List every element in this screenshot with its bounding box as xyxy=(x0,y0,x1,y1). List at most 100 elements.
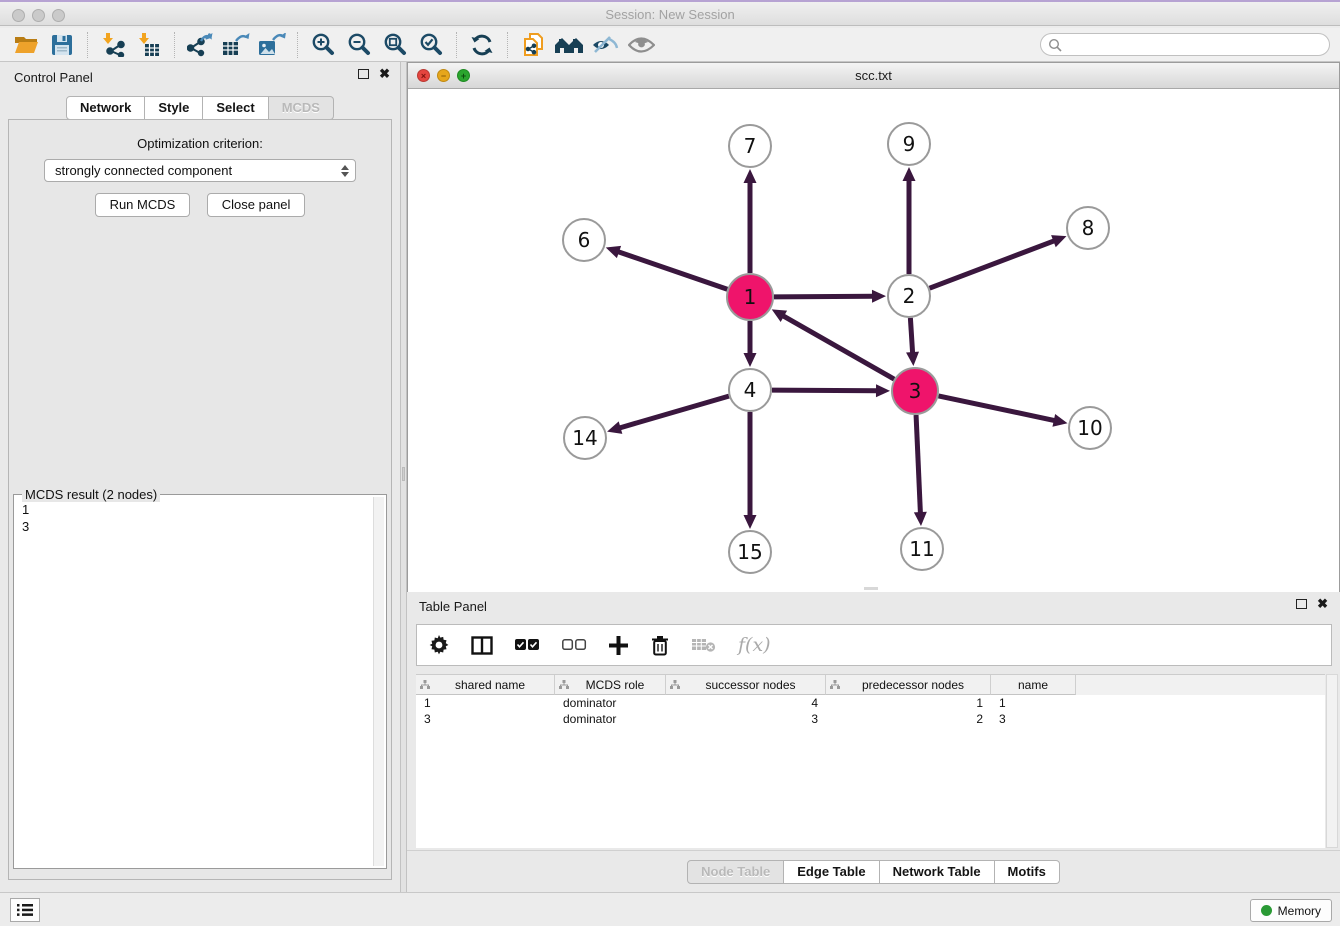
network-window-title: scc.txt xyxy=(408,68,1339,83)
vertical-splitter[interactable] xyxy=(400,62,407,892)
copy-style-icon[interactable] xyxy=(515,30,551,60)
float-panel-icon[interactable] xyxy=(358,69,369,79)
refresh-view-icon[interactable] xyxy=(464,30,500,60)
column-header-name[interactable]: name xyxy=(991,675,1076,695)
node-label-1: 1 xyxy=(744,285,757,309)
mcds-result-scrollbar[interactable] xyxy=(373,497,384,866)
network-canvas[interactable]: 7968124314101511 xyxy=(408,90,1339,592)
table-cell[interactable]: 1 xyxy=(991,695,1076,711)
network-graph[interactable]: 7968124314101511 xyxy=(408,90,1339,592)
mcds-result-group: MCDS result (2 nodes) 1 3 xyxy=(13,494,387,869)
mcds-tab-content: Optimization criterion: strongly connect… xyxy=(8,119,392,880)
arrowhead-2-3 xyxy=(906,352,919,366)
edge-1-6[interactable] xyxy=(617,251,727,289)
save-session-icon[interactable] xyxy=(44,30,80,60)
zoom-fit-icon[interactable] xyxy=(377,30,413,60)
add-column-icon[interactable] xyxy=(609,636,628,655)
home-layout-icon[interactable] xyxy=(551,30,587,60)
search-icon xyxy=(1048,38,1062,52)
zoom-selected-icon[interactable] xyxy=(413,30,449,60)
memory-button[interactable]: Memory xyxy=(1250,899,1332,922)
control-panel-title: Control Panel xyxy=(14,70,93,85)
table-tab-node-table[interactable]: Node Table xyxy=(687,860,784,884)
column-label: shared name xyxy=(430,678,550,692)
edge-3-10[interactable] xyxy=(938,396,1055,421)
close-table-panel-icon[interactable]: ✖ xyxy=(1317,599,1328,609)
node-label-9: 9 xyxy=(903,132,916,156)
edge-3-1[interactable] xyxy=(782,315,894,379)
table-tab-edge-table[interactable]: Edge Table xyxy=(784,860,879,884)
close-panel-icon[interactable]: ✖ xyxy=(379,69,390,79)
export-image-icon[interactable] xyxy=(254,30,290,60)
table-panel-title: Table Panel xyxy=(419,599,487,614)
column-header-predecessor-nodes[interactable]: predecessor nodes xyxy=(826,675,991,695)
table-cell[interactable]: 3 xyxy=(991,711,1076,727)
delete-table-icon[interactable] xyxy=(692,638,716,653)
table-tab-motifs[interactable]: Motifs xyxy=(995,860,1060,884)
import-table-icon[interactable] xyxy=(131,30,167,60)
run-mcds-button[interactable]: Run MCDS xyxy=(95,193,191,217)
tree-icon xyxy=(420,680,430,689)
settings-gear-icon[interactable] xyxy=(429,635,449,655)
hide-graphics-details-icon[interactable] xyxy=(587,30,623,60)
edge-2-8[interactable] xyxy=(930,240,1056,288)
column-header-shared-name[interactable]: shared name xyxy=(416,675,555,695)
table-cell[interactable]: dominator xyxy=(555,711,666,727)
show-graphics-details-icon[interactable] xyxy=(623,30,659,60)
float-table-panel-icon[interactable] xyxy=(1296,599,1307,609)
tab-mcds[interactable]: MCDS xyxy=(269,96,334,120)
export-network-icon[interactable] xyxy=(182,30,218,60)
delete-column-icon[interactable] xyxy=(650,635,670,656)
arrowhead-4-3 xyxy=(876,384,890,397)
table-scrollbar[interactable] xyxy=(1326,674,1338,848)
optimization-criterion-select[interactable]: strongly connected component xyxy=(44,159,356,182)
open-session-icon[interactable] xyxy=(8,30,44,60)
column-header-successor-nodes[interactable]: successor nodes xyxy=(666,675,826,695)
edge-4-14[interactable] xyxy=(619,396,729,428)
edge-2-3[interactable] xyxy=(910,318,912,354)
select-all-columns-icon[interactable] xyxy=(515,639,540,651)
search-input[interactable] xyxy=(1040,33,1330,56)
splitter-grip[interactable] xyxy=(402,467,405,481)
export-table-icon[interactable] xyxy=(218,30,254,60)
task-history-button[interactable] xyxy=(10,898,40,922)
table-row[interactable]: 1dominator411 xyxy=(416,695,1325,711)
arrowhead-4-15 xyxy=(744,515,757,529)
tab-style[interactable]: Style xyxy=(145,96,203,120)
tab-network[interactable]: Network xyxy=(66,96,145,120)
tab-select[interactable]: Select xyxy=(203,96,268,120)
edge-4-3[interactable] xyxy=(772,390,878,391)
table-cell[interactable]: 4 xyxy=(666,695,826,711)
edge-1-2[interactable] xyxy=(774,296,874,297)
mcds-result-text[interactable]: 1 3 xyxy=(16,499,371,866)
arrowhead-3-11 xyxy=(914,512,927,526)
node-table: shared name MCDS rolesuccessor nodesprede… xyxy=(416,674,1325,848)
memory-status-icon xyxy=(1261,905,1272,916)
zoom-out-icon[interactable] xyxy=(341,30,377,60)
close-panel-button[interactable]: Close panel xyxy=(207,193,306,217)
table-cell[interactable]: dominator xyxy=(555,695,666,711)
status-bar: Memory xyxy=(0,892,1340,926)
deselect-all-columns-icon[interactable] xyxy=(562,639,587,651)
tree-icon xyxy=(830,680,840,689)
edge-3-11[interactable] xyxy=(916,415,920,514)
table-cell[interactable]: 2 xyxy=(826,711,991,727)
column-header-MCDS-role[interactable]: MCDS role xyxy=(555,675,666,695)
zoom-in-icon[interactable] xyxy=(305,30,341,60)
window-resize-handle[interactable] xyxy=(864,587,878,590)
table-tab-network-table[interactable]: Network Table xyxy=(880,860,995,884)
table-row[interactable]: 3dominator323 xyxy=(416,711,1325,727)
function-builder-icon[interactable]: f(x) xyxy=(738,634,771,656)
table-cell[interactable]: 3 xyxy=(666,711,826,727)
arrowhead-1-7 xyxy=(744,169,757,183)
table-tabs: Node TableEdge TableNetwork TableMotifs xyxy=(407,860,1340,884)
table-cell[interactable]: 1 xyxy=(416,695,555,711)
split-panel-icon[interactable] xyxy=(471,636,493,655)
table-cell[interactable]: 1 xyxy=(826,695,991,711)
network-window-titlebar[interactable]: × − + scc.txt xyxy=(408,63,1339,89)
node-label-8: 8 xyxy=(1082,216,1095,240)
network-view-window: × − + scc.txt 7968124314101511 xyxy=(407,62,1340,592)
import-network-icon[interactable] xyxy=(95,30,131,60)
table-cell[interactable]: 3 xyxy=(416,711,555,727)
table-header-row: shared name MCDS rolesuccessor nodesprede… xyxy=(416,675,1325,695)
